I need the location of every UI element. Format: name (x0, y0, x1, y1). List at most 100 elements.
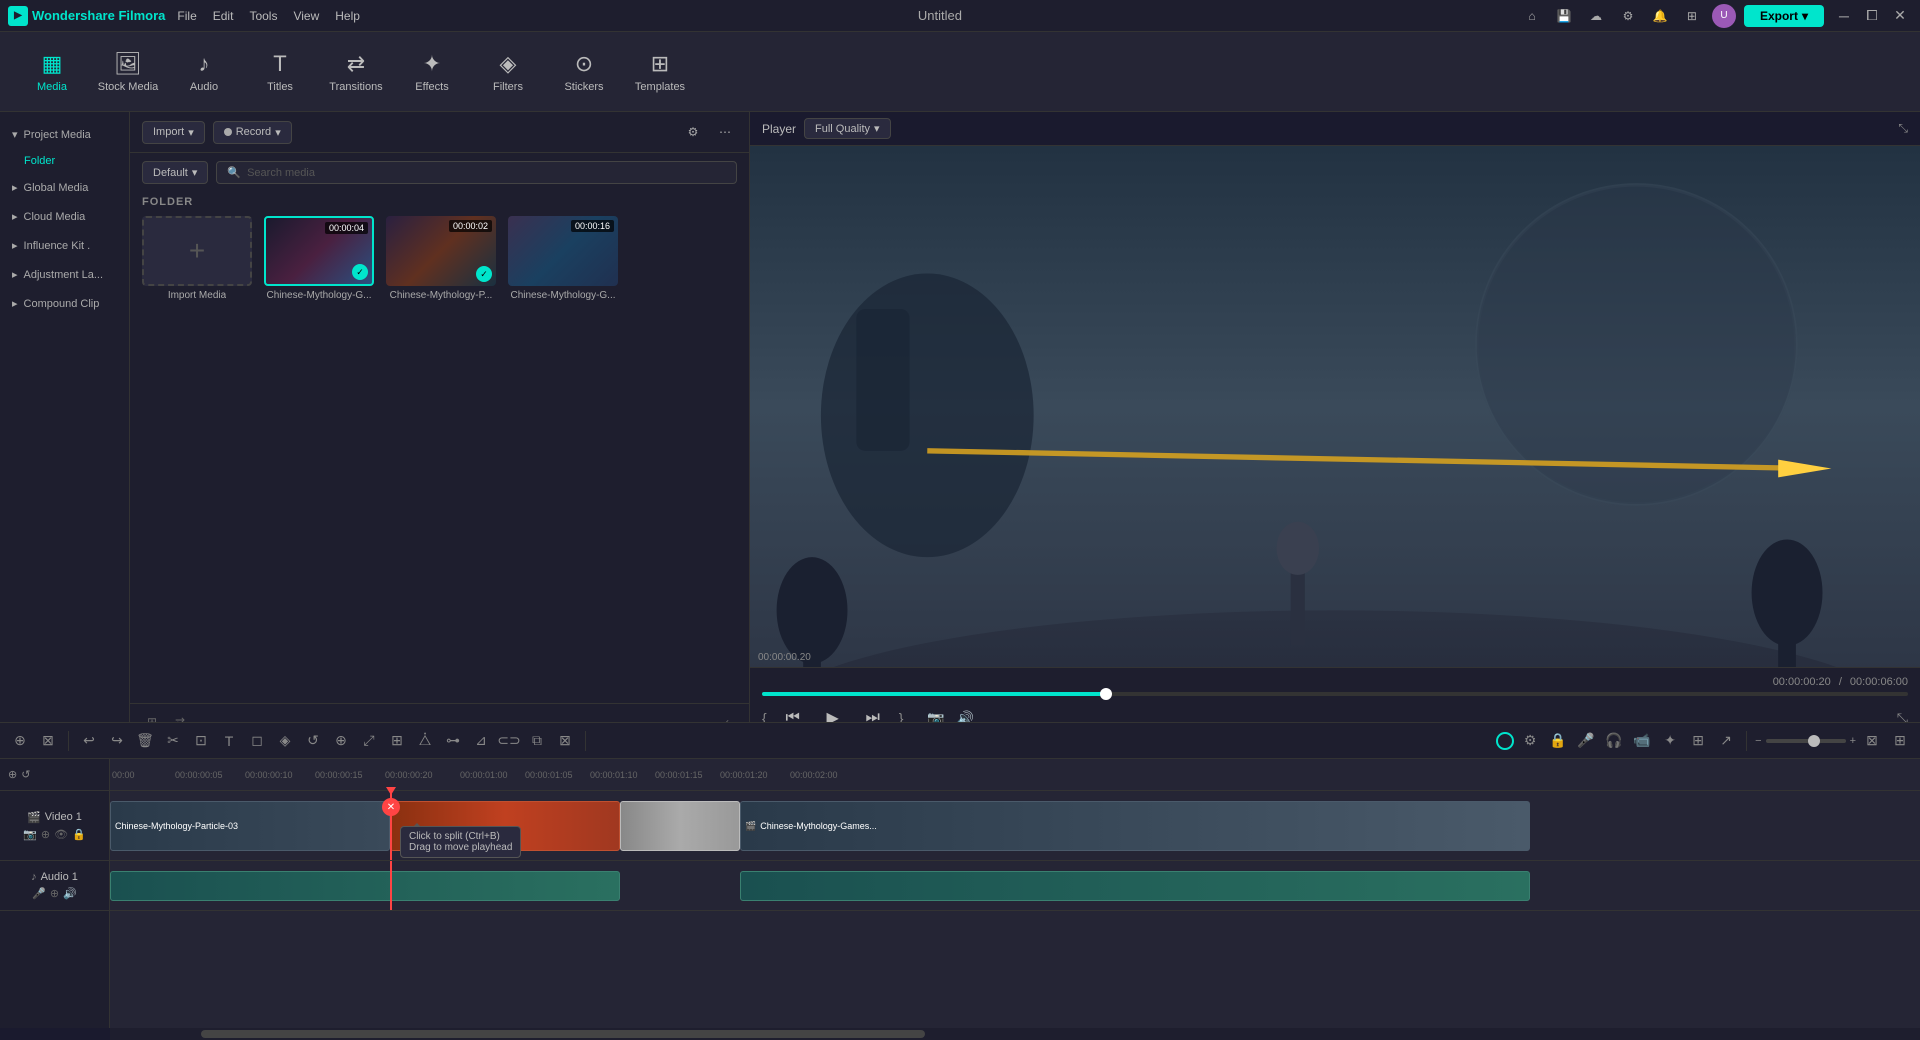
zoom-minus[interactable]: − (1755, 735, 1761, 747)
zoom-slider[interactable] (1766, 739, 1846, 743)
split-marker[interactable]: ✕ (382, 798, 400, 816)
menu-edit[interactable]: Edit (213, 9, 234, 23)
screen-rec-icon[interactable]: ⊞ (1686, 729, 1710, 753)
crop2-button[interactable]: ◻ (245, 729, 269, 753)
add-track-button[interactable]: ⊕ (8, 729, 32, 753)
toolbar-transitions[interactable]: ⇄ Transitions (320, 40, 392, 104)
list-item[interactable]: + Import Media (142, 216, 252, 301)
mic-icon[interactable]: 🎤 (1574, 729, 1598, 753)
filter-icon[interactable]: ⚙ (681, 120, 705, 144)
notification-icon[interactable]: 🔔 (1648, 4, 1672, 28)
video-icon2[interactable]: 📹 (1630, 729, 1654, 753)
sidebar-item-cloud-media[interactable]: ▸ Cloud Media (0, 202, 129, 231)
home-icon[interactable]: ⌂ (1520, 4, 1544, 28)
media-thumb-3[interactable]: 00:00:16 (508, 216, 618, 286)
toolbar-filters[interactable]: ◈ Filters (472, 40, 544, 104)
video-track-lock2[interactable]: 🔒 (72, 828, 86, 841)
import-button[interactable]: Import ▾ (142, 121, 205, 144)
menu-file[interactable]: File (177, 9, 196, 23)
toolbar-effects[interactable]: ✦ Effects (396, 40, 468, 104)
delete-button[interactable]: 🗑 (133, 729, 157, 753)
toolbar-templates[interactable]: ⊞ Templates (624, 40, 696, 104)
audio-track-add[interactable]: ⊕ (50, 887, 59, 900)
apps-icon[interactable]: ⊞ (1680, 4, 1704, 28)
maximize-button[interactable]: ⧠ (1860, 4, 1884, 28)
split-button[interactable]: ⊂⊃ (497, 729, 521, 753)
audio-track-vol[interactable]: 🔊 (63, 887, 77, 900)
audio-clip-2[interactable] (740, 871, 1530, 901)
sidebar-item-influence-kit[interactable]: ▸ Influence Kit . (0, 231, 129, 260)
timeline-scrollbar[interactable] (110, 1028, 1920, 1040)
rotate-button[interactable]: ↺ (301, 729, 325, 753)
video-clip-1[interactable]: Chinese-Mythology-Particle-03 (110, 801, 390, 851)
toolbar-stock-media[interactable]: 🖼 Stock Media (92, 40, 164, 104)
ai-icon[interactable]: ✦ (1658, 729, 1682, 753)
progress-handle[interactable] (1100, 688, 1112, 700)
search-input-container[interactable]: 🔍 Search media (216, 161, 737, 184)
lock-icon[interactable]: 🔒 (1546, 729, 1570, 753)
text-button[interactable]: T (217, 729, 241, 753)
toolbar-media[interactable]: ▦ Media (16, 40, 88, 104)
export-button[interactable]: Export ▾ (1744, 5, 1824, 27)
player-expand-icon[interactable]: ⤡ (1898, 121, 1908, 136)
fit-timeline-icon[interactable]: ⊠ (1860, 729, 1884, 753)
record-circle[interactable] (1496, 732, 1514, 750)
menu-tools[interactable]: Tools (249, 9, 277, 23)
headphone-icon[interactable]: 🎧 (1602, 729, 1626, 753)
zoom-fit-button[interactable]: ⊞ (385, 729, 409, 753)
minimize-button[interactable]: ─ (1832, 4, 1856, 28)
group-button[interactable]: ⧉ (525, 729, 549, 753)
menu-help[interactable]: Help (335, 9, 360, 23)
motion-button[interactable]: ⊿ (469, 729, 493, 753)
toolbar-audio[interactable]: ♪ Audio (168, 40, 240, 104)
video-clip-4[interactable]: 🎬 Chinese-Mythology-Games... (740, 801, 1530, 851)
media-thumb-1[interactable]: 00:00:04 ✓ (264, 216, 374, 286)
audio-clip-1[interactable] (110, 871, 620, 901)
position-button[interactable]: ⊕ (329, 729, 353, 753)
sidebar-item-project-media[interactable]: ▾ Project Media (0, 120, 129, 149)
close-button[interactable]: ✕ (1888, 4, 1912, 28)
ungroup-button[interactable]: ⊠ (553, 729, 577, 753)
save-icon[interactable]: 💾 (1552, 4, 1576, 28)
adjust-button[interactable]: ⧊ (413, 729, 437, 753)
export2-icon[interactable]: ↗ (1714, 729, 1738, 753)
more-options-icon[interactable]: ⋯ (713, 120, 737, 144)
zoom-plus[interactable]: + (1850, 735, 1856, 747)
video-track-add[interactable]: ⊕ (41, 828, 50, 841)
fit-button[interactable]: ⤢ (357, 729, 381, 753)
video-track-camera[interactable]: 📷 (23, 828, 37, 841)
audio-track-mic[interactable]: 🎤 (32, 887, 46, 900)
user-avatar[interactable]: U (1712, 4, 1736, 28)
toolbar-stickers[interactable]: ⊙ Stickers (548, 40, 620, 104)
settings2-icon[interactable]: ⚙ (1518, 729, 1542, 753)
sidebar-item-folder[interactable]: Folder (0, 149, 129, 173)
video-clip-3[interactable] (620, 801, 740, 851)
magnetic-icon[interactable]: ⊠ (36, 729, 60, 753)
undo-button[interactable]: ↩ (77, 729, 101, 753)
add-track-row[interactable]: ⊕ ↺ (0, 759, 109, 791)
toolbar-titles[interactable]: T Titles (244, 40, 316, 104)
video-track-eye[interactable]: 👁 (54, 828, 68, 841)
player-progress-bar[interactable] (762, 692, 1908, 696)
grid-view-icon[interactable]: ⊞ (1888, 729, 1912, 753)
cut-button[interactable]: ✂ (161, 729, 185, 753)
record-button[interactable]: Record ▾ (213, 121, 292, 144)
crop-button[interactable]: ⊡ (189, 729, 213, 753)
default-button[interactable]: Default ▾ (142, 161, 208, 184)
zoom-handle[interactable] (1808, 735, 1820, 747)
menu-view[interactable]: View (293, 9, 319, 23)
scrollbar-thumb[interactable] (201, 1030, 925, 1038)
list-item[interactable]: 00:00:16 Chinese-Mythology-G... (508, 216, 618, 301)
color-button[interactable]: ◈ (273, 729, 297, 753)
sidebar-item-compound-clip[interactable]: ▸ Compound Clip (0, 289, 129, 318)
list-item[interactable]: 00:00:04 ✓ Chinese-Mythology-G... (264, 216, 374, 301)
sidebar-item-global-media[interactable]: ▸ Global Media (0, 173, 129, 202)
media-thumb-2[interactable]: 00:00:02 ✓ (386, 216, 496, 286)
settings-icon[interactable]: ⚙ (1616, 4, 1640, 28)
cloud-icon[interactable]: ☁ (1584, 4, 1608, 28)
quality-button[interactable]: Full Quality ▾ (804, 118, 891, 139)
list-item[interactable]: 00:00:02 ✓ Chinese-Mythology-P... (386, 216, 496, 301)
import-media-thumb[interactable]: + (142, 216, 252, 286)
sidebar-item-adjustment[interactable]: ▸ Adjustment La... (0, 260, 129, 289)
playhead[interactable]: ✕ Click to split (Ctrl+B) Drag to move p… (390, 791, 392, 860)
